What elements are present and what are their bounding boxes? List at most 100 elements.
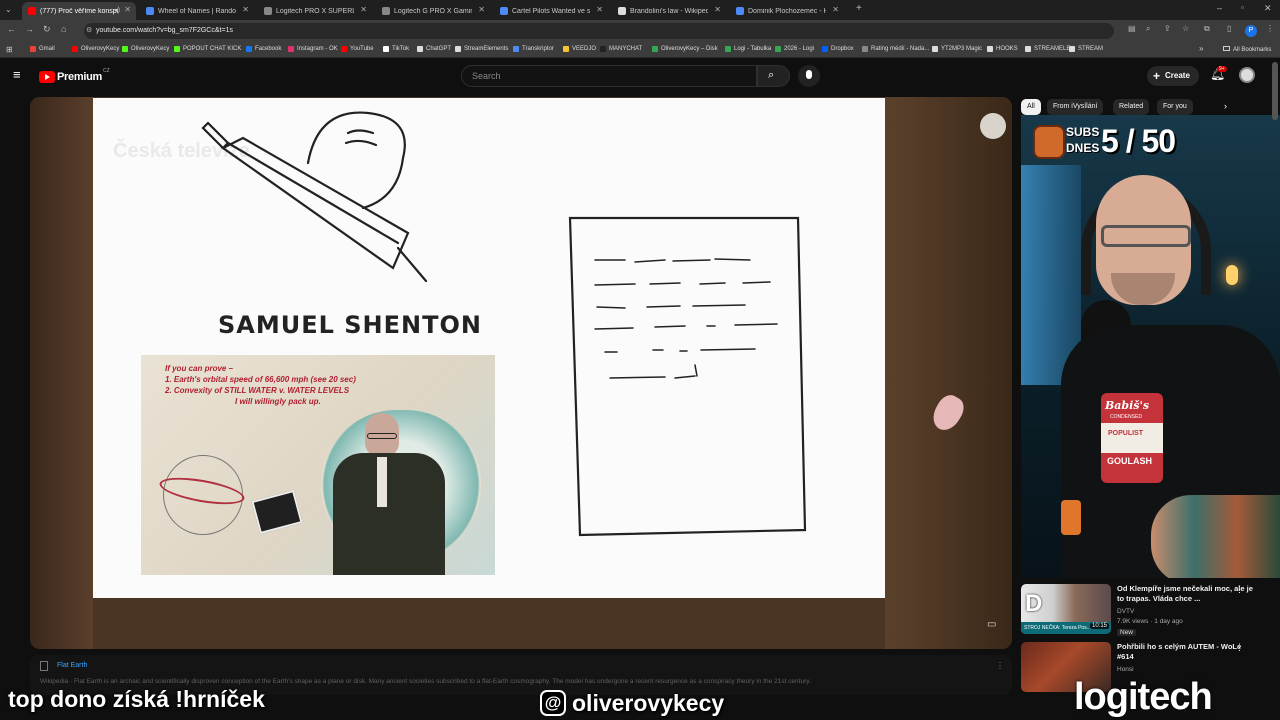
voice-search-button[interactable]	[798, 65, 820, 87]
bookmark-item[interactable]: STREAMELE	[1025, 46, 1070, 52]
browser-tab[interactable]: Logitech G PRO X Gaming Hea... ✕	[376, 2, 490, 20]
back-icon[interactable]: ←	[7, 24, 16, 34]
video-player[interactable]: Česká televize SAMUEL SHENTON If you can…	[30, 97, 1012, 649]
player-settings-icon[interactable]: ▭	[987, 619, 996, 630]
drawn-name-label: SAMUEL SHENTON	[218, 311, 482, 339]
tab-audio-icon[interactable]: ◂)	[114, 6, 120, 14]
bookmark-favicon-icon	[822, 46, 828, 52]
chip-for-you[interactable]: For you	[1157, 99, 1193, 115]
bookmark-favicon-icon	[563, 46, 569, 52]
forward-icon[interactable]: →	[25, 24, 34, 34]
browser-tab[interactable]: (777) Proč věříme konspira...◂) ✕	[22, 2, 136, 20]
bookmark-favicon-icon	[513, 46, 519, 52]
tattooed-arm	[1151, 495, 1280, 578]
info-title[interactable]: Flat Earth	[57, 662, 87, 669]
hamburger-menu-icon[interactable]: ≡	[13, 67, 21, 82]
browser-tab[interactable]: Logitech PRO X SUPERLIGHT 2... ✕	[258, 2, 372, 20]
home-icon[interactable]: ⌂	[61, 24, 66, 34]
minimize-icon[interactable]: –	[1217, 3, 1222, 13]
recommendation-channel[interactable]: Honsi	[1117, 666, 1134, 673]
bookmark-star-icon[interactable]: ☆	[1182, 24, 1189, 33]
shirt-line2: GOULASH	[1107, 456, 1152, 466]
search-input[interactable]: Search	[461, 65, 757, 87]
create-label: Create	[1165, 71, 1190, 80]
bookmark-item[interactable]: YT2MP3 Magic	[932, 46, 982, 52]
browser-menu-icon[interactable]: ⋮	[1266, 24, 1274, 33]
reload-icon[interactable]: ↻	[43, 24, 51, 35]
bookmark-item[interactable]: VEEDJO	[563, 46, 596, 52]
recommendation-menu-icon[interactable]: ⋮	[1235, 642, 1244, 653]
new-tab-button[interactable]: +	[856, 3, 862, 14]
browser-tab[interactable]: Cartel Pilots Wanted ve službě... ✕	[494, 2, 608, 20]
bookmarks-overflow-icon[interactable]: »	[1199, 44, 1203, 53]
chip-from-ivysilani[interactable]: From iVysílání	[1047, 99, 1104, 115]
bookmark-label: Rating médií - Nada...	[871, 46, 930, 52]
browser-tab[interactable]: Dominik Plochozemec - Hledat... ✕	[730, 2, 844, 20]
create-button[interactable]: + Create	[1147, 66, 1199, 86]
profile-avatar[interactable]: P	[1245, 25, 1257, 37]
tab-close-icon[interactable]: ✕	[478, 5, 485, 14]
bookmark-item[interactable]: OliverovyKecy – Disk	[652, 46, 718, 52]
sidebar-icon[interactable]: ▯	[1227, 24, 1231, 33]
bookmark-item[interactable]: ChatGPT	[417, 46, 451, 52]
search-button[interactable]: ⌕	[757, 65, 790, 87]
duration-badge: 10:15	[1089, 623, 1109, 629]
browser-tab[interactable]: Brandolini's law - Wikipedia ✕	[612, 2, 726, 20]
recommendation-item[interactable]: D STROJ NEČKA: Tereza Pos... 10:15 Od Kl…	[1021, 584, 1261, 640]
apps-grid-icon[interactable]: ⊞	[6, 45, 13, 54]
bookmark-item[interactable]: Instagram - OK	[288, 46, 338, 52]
tab-close-icon[interactable]: ✕	[832, 5, 839, 14]
bookmark-favicon-icon	[246, 46, 252, 52]
tab-close-icon[interactable]: ✕	[360, 5, 367, 14]
share-icon[interactable]: ⇪	[1164, 24, 1171, 33]
bookmark-item[interactable]: STREAM	[1069, 46, 1103, 52]
recommendation-thumbnail[interactable]: D STROJ NEČKA: Tereza Pos... 10:15	[1021, 584, 1111, 634]
bookmark-item[interactable]: Transkriptor	[513, 46, 554, 52]
extensions-icon[interactable]: ⧉	[1204, 24, 1210, 34]
bookmark-item[interactable]: OliverovyKecy	[72, 46, 119, 52]
subs-goal-widget: SUBS DNES 5 / 50	[1033, 121, 1183, 163]
tab-close-icon[interactable]: ✕	[596, 5, 603, 14]
bookmarks-bar: ⊞ Gmail OliverovyKecy OliverovyKecy POPOUT …	[0, 42, 1280, 58]
tab-search-icon[interactable]: ⌄	[5, 5, 12, 14]
bookmark-item[interactable]: MANYCHAT	[600, 46, 642, 52]
bookmark-item[interactable]: POPOUT CHAT KICK	[174, 46, 241, 52]
tab-favicon-icon	[500, 7, 508, 15]
bookmark-item[interactable]: StreamElements	[455, 46, 508, 52]
bookmark-item[interactable]: Facebook	[246, 46, 281, 52]
page-scrollbar[interactable]	[1272, 62, 1278, 120]
chip-all[interactable]: All	[1021, 99, 1041, 115]
tab-close-icon[interactable]: ✕	[242, 5, 249, 14]
recommendation-channel[interactable]: DVTV	[1117, 608, 1134, 615]
bookmark-item[interactable]: 2026 - Logi	[775, 46, 814, 52]
man-in-suit	[323, 413, 453, 575]
bookmark-favicon-icon	[1025, 46, 1031, 52]
info-menu-icon[interactable]: ⋮	[996, 661, 1004, 670]
bookmark-item[interactable]: TikTok	[383, 46, 409, 52]
streamer-person	[1041, 175, 1280, 578]
tab-close-icon[interactable]: ✕	[124, 5, 131, 14]
recommendation-menu-icon[interactable]: ⋮	[1235, 584, 1244, 595]
translate-icon[interactable]: ▤	[1128, 24, 1136, 33]
bookmark-item[interactable]: Dropbox	[822, 46, 854, 52]
tab-close-icon[interactable]: ✕	[714, 5, 721, 14]
bookmark-item[interactable]: Logi - Tabulka	[725, 46, 771, 52]
bookmark-label: MANYCHAT	[609, 46, 643, 52]
bookmark-label: HOOKS	[996, 46, 1018, 52]
url-input[interactable]: ⚙ youtube.com/watch?v=bg_sm7F2GCc&t=1s	[84, 23, 1114, 39]
bookmark-item[interactable]: OliverovyKecy	[122, 46, 169, 52]
zoom-icon[interactable]: ⌕	[1146, 24, 1150, 34]
browser-tab[interactable]: Wheel of Names | Random nam... ✕	[140, 2, 254, 20]
bookmark-item[interactable]: YouTube	[341, 46, 374, 52]
bookmark-item[interactable]: Rating médií - Nada...	[862, 46, 929, 52]
chips-next-icon[interactable]: ›	[1224, 101, 1227, 111]
bookmark-item[interactable]: HOOKS	[987, 46, 1018, 52]
site-info-icon[interactable]: ⚙	[86, 23, 92, 39]
bookmark-item[interactable]: Gmail	[30, 46, 55, 52]
maximize-icon[interactable]: ▫	[1241, 3, 1244, 12]
close-window-icon[interactable]: ✕	[1264, 3, 1272, 14]
youtube-logo[interactable]: Premium CZ	[39, 68, 110, 85]
chip-related[interactable]: Related	[1113, 99, 1150, 115]
account-avatar[interactable]	[1239, 67, 1255, 83]
all-bookmarks[interactable]: All Bookmarks	[1223, 46, 1271, 53]
